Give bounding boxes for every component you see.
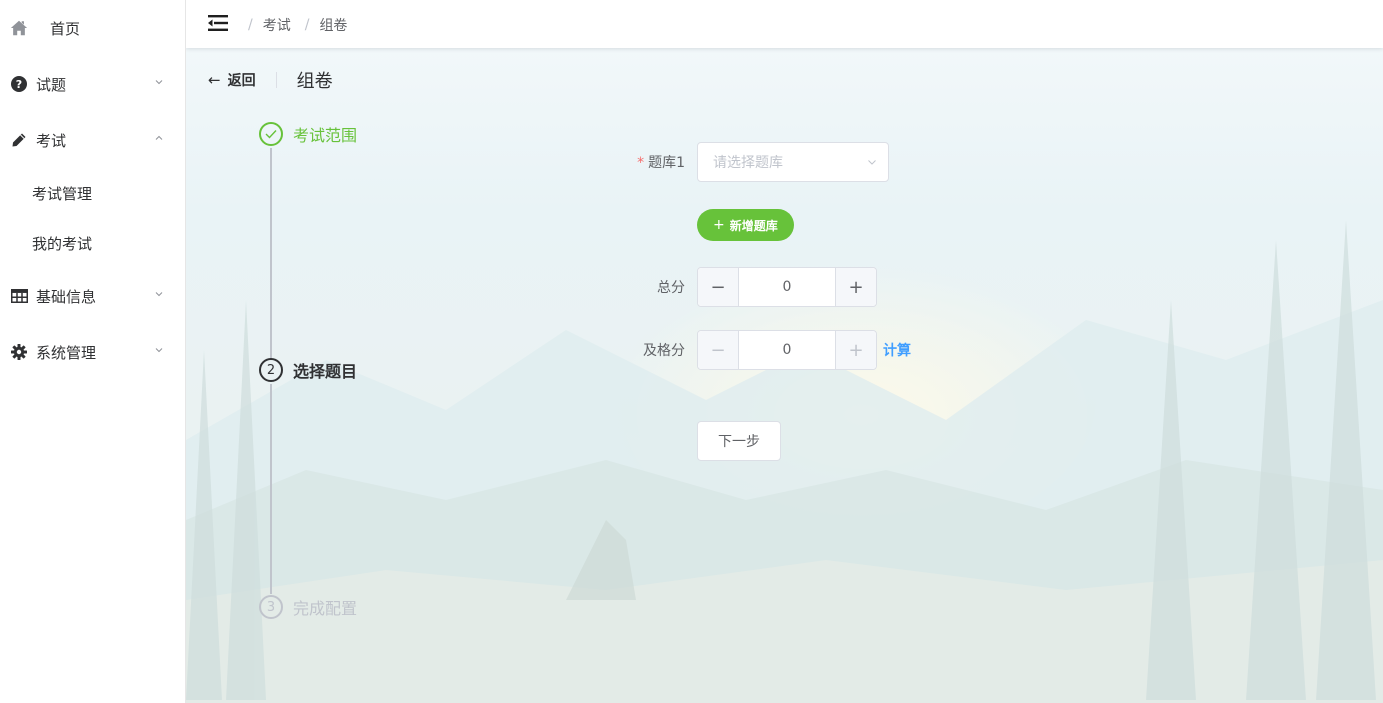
header-divider: [275, 72, 277, 88]
page-title: 组卷: [296, 71, 333, 92]
total-decrease-button[interactable]: −: [698, 268, 739, 306]
breadcrumb-separator: /: [248, 17, 253, 33]
pass-score-input[interactable]: 0: [739, 331, 835, 369]
step-number: 3: [259, 595, 283, 619]
step-scope: 考试范围: [259, 122, 357, 146]
step-connector: [270, 148, 272, 358]
pass-decrease-button[interactable]: −: [698, 331, 739, 369]
sidebar-subitem-my-exams[interactable]: 我的考试: [0, 218, 185, 268]
pencil-icon: [10, 131, 28, 149]
breadcrumb-separator: /: [304, 17, 310, 33]
sidebar-item-label: 试题: [36, 75, 67, 94]
total-score-input[interactable]: 0: [739, 268, 835, 306]
total-score-stepper: − 0 +: [697, 267, 877, 307]
sidebar-item-label: 系统管理: [36, 343, 97, 362]
pass-increase-button[interactable]: +: [835, 331, 876, 369]
sidebar-item-home[interactable]: 首页: [0, 0, 185, 56]
menu-fold-icon[interactable]: [208, 14, 228, 32]
bank-select[interactable]: 请选择题库: [697, 142, 889, 182]
bank-label: * 题库1: [597, 152, 697, 172]
calculate-link[interactable]: 计算: [883, 340, 911, 360]
home-icon: [10, 19, 28, 37]
step-select-questions: 2 选择题目: [259, 358, 357, 382]
required-asterisk: *: [637, 155, 645, 171]
chevron-up-icon: [155, 135, 163, 140]
step-title: 选择题目: [293, 362, 358, 381]
sidebar-item-label: 基础信息: [36, 287, 97, 306]
pass-score-stepper: − 0 +: [697, 330, 877, 370]
page-header: ← 返回 组卷: [208, 68, 333, 92]
sidebar-item-questions[interactable]: ? 试题: [0, 56, 185, 112]
sidebar-item-label: 考试: [36, 131, 67, 150]
breadcrumb: / 考试 / 组卷: [248, 15, 361, 35]
chevron-down-icon: [155, 292, 163, 297]
step-title: 完成配置: [293, 599, 358, 618]
table-icon: [10, 287, 28, 305]
breadcrumb-item-exam[interactable]: 考试: [263, 15, 291, 35]
form-item-bank: * 题库1 请选择题库: [597, 142, 889, 182]
back-label: 返回: [227, 73, 256, 89]
sidebar-item-system[interactable]: 系统管理: [0, 324, 185, 380]
step-number: 2: [259, 358, 283, 382]
form-item-add-bank: + 新增题库: [697, 209, 794, 241]
chevron-down-icon: [868, 160, 876, 165]
total-label: 总分: [657, 280, 685, 296]
question-circle-icon: ?: [10, 75, 28, 93]
top-bar: / 考试 / 组卷: [186, 0, 1383, 48]
sidebar-item-exam[interactable]: 考试: [0, 112, 185, 168]
sidebar-item-basic-info[interactable]: 基础信息: [0, 268, 185, 324]
check-icon: [259, 122, 283, 146]
breadcrumb-item-compose: 组卷: [319, 18, 348, 34]
next-step-button[interactable]: 下一步: [697, 421, 781, 461]
sidebar-item-label: 首页: [50, 19, 81, 38]
step-finish-config: 3 完成配置: [259, 595, 357, 619]
gear-icon: [10, 343, 28, 361]
arrow-left-icon: ←: [208, 71, 221, 89]
chevron-down-icon: [155, 80, 163, 85]
form-item-total: 总分 − 0 +: [597, 267, 877, 307]
sidebar-subitem-exam-management[interactable]: 考试管理: [0, 168, 185, 218]
main-content: / 考试 / 组卷 ← 返回 组卷 考试范围 2 选择题目 3 完成配置 * 题库…: [186, 0, 1383, 703]
form-item-next: 下一步: [697, 421, 781, 461]
add-bank-button[interactable]: + 新增题库: [697, 209, 794, 241]
svg-text:?: ?: [16, 78, 22, 91]
total-increase-button[interactable]: +: [835, 268, 876, 306]
bank-select-placeholder: 请选择题库: [713, 155, 783, 171]
bank-label-text: 题库1: [648, 155, 685, 171]
pass-label: 及格分: [643, 343, 685, 359]
add-bank-label: 新增题库: [729, 218, 778, 233]
back-button[interactable]: ← 返回: [208, 70, 256, 90]
chevron-down-icon: [155, 348, 163, 353]
sidebar: 首页 ? 试题 考试 考试管理 我的考试 基础信息 系统管理: [0, 0, 186, 703]
plus-icon: +: [713, 217, 725, 233]
step-connector: [270, 384, 272, 594]
form-item-pass: 及格分 − 0 + 计算: [597, 330, 911, 370]
step-title: 考试范围: [293, 126, 358, 145]
